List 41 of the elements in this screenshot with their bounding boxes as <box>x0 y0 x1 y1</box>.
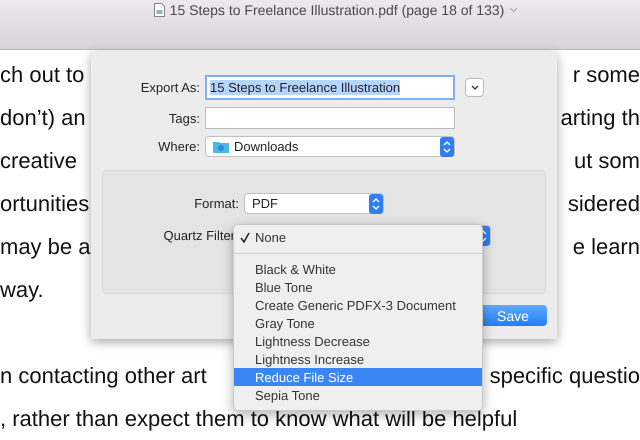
document-text: arting th <box>560 104 640 130</box>
where-popup[interactable]: Downloads <box>205 136 455 157</box>
document-text: ortunities <box>0 190 90 216</box>
field-label: Export As: <box>140 80 200 95</box>
document-text: , rather than expect them to know what will be helpful <box>0 406 518 432</box>
document-text: n contacting other art <box>0 362 207 388</box>
document-text: r some <box>572 62 640 88</box>
document-text: sidered <box>568 190 640 216</box>
menu-item[interactable]: None <box>234 227 482 248</box>
menu-item[interactable]: Gray Tone <box>234 314 482 332</box>
document-text: e learn <box>572 234 640 260</box>
document-text: may be a <box>0 234 90 260</box>
document-text: creative <box>0 148 78 174</box>
document-text: way. <box>0 276 44 302</box>
expand-button[interactable] <box>465 78 484 97</box>
field-label: Quartz Filter <box>162 228 235 243</box>
menu-item[interactable]: Create Generic PDFX-3 Document <box>234 296 482 314</box>
tags-field[interactable] <box>205 107 455 129</box>
format-popup[interactable]: PDF <box>244 193 384 214</box>
pdf-file-icon <box>154 3 165 17</box>
document-text: don’t) an <box>0 104 86 130</box>
folder-icon <box>213 140 229 153</box>
menu-item[interactable]: Black & White <box>234 260 482 278</box>
stepper-icon <box>369 194 383 214</box>
window-title: 15 Steps to Freelance Illustration.pdf (page 18 of 133) <box>170 2 504 18</box>
menu-item[interactable]: Blue Tone <box>234 278 482 296</box>
chevron-down-icon <box>470 85 478 90</box>
menu-item[interactable]: Lightness Increase <box>234 350 482 368</box>
menu-item[interactable]: Reduce File Size <box>234 368 482 386</box>
document-text: ut som <box>574 148 640 174</box>
document-text: ch out to <box>0 62 84 88</box>
field-label: Format: <box>193 196 239 211</box>
chevron-down-icon[interactable] <box>509 7 518 13</box>
menu-item[interactable]: Lightness Decrease <box>234 332 482 350</box>
document-text: specific questio <box>490 362 640 388</box>
checkmark-icon <box>240 232 250 243</box>
menu-item[interactable]: Sepia Tone <box>234 386 482 404</box>
export-as-field[interactable]: 15 Steps to Freelance Illustration <box>205 75 455 100</box>
stepper-icon <box>440 136 454 156</box>
field-label: Tags: <box>168 110 200 126</box>
field-label: Where: <box>157 139 200 154</box>
